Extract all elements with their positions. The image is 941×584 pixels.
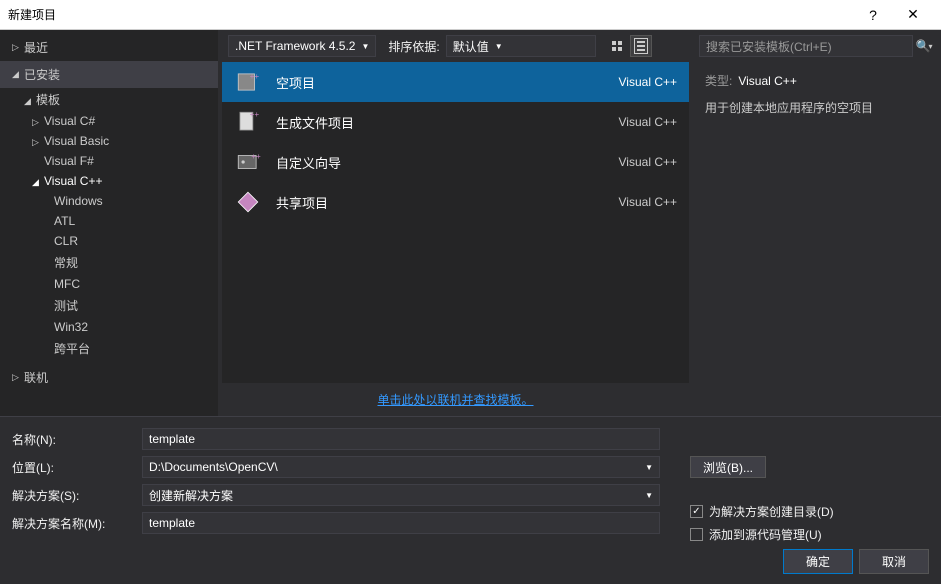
- grid-view-button[interactable]: [606, 35, 628, 57]
- close-button[interactable]: ✕: [893, 0, 933, 30]
- chevron-down-icon: ▼: [645, 463, 653, 472]
- name-input[interactable]: [142, 428, 660, 450]
- tree-templates[interactable]: ◢模板: [0, 88, 218, 111]
- svg-text:++: ++: [250, 110, 260, 119]
- online-link-row: 单击此处以联机并查找模板。: [218, 383, 693, 416]
- type-value: Visual C++: [738, 74, 796, 88]
- right-column: 搜索已安装模板(Ctrl+E) 🔍▾ 类型: Visual C++ 用于创建本地应…: [693, 30, 941, 416]
- list-view-button[interactable]: [630, 35, 652, 57]
- sidebar-section-recent[interactable]: ▷最近: [0, 34, 218, 61]
- sidebar-label: 联机: [24, 369, 48, 386]
- search-icon[interactable]: 🔍▾: [913, 35, 935, 57]
- template-list: ++空项目Visual C++++生成文件项目Visual C++++自定义向导…: [222, 62, 689, 383]
- list-icon: [634, 38, 648, 54]
- tree-vb[interactable]: ▷Visual Basic: [0, 131, 218, 151]
- template-name: 空项目: [276, 73, 619, 92]
- sidebar-label: 最近: [24, 39, 48, 56]
- tree-vcpp-child[interactable]: MFC: [0, 274, 218, 294]
- sidebar-section-online[interactable]: ▷联机: [0, 364, 218, 391]
- tree-vcpp[interactable]: ◢Visual C++: [0, 171, 218, 191]
- tree-vcpp-child[interactable]: Windows: [0, 191, 218, 211]
- source-control-checkbox[interactable]: 添加到源代码管理(U): [690, 526, 834, 543]
- template-item[interactable]: ++ 自定义向导Visual C++: [222, 142, 689, 182]
- svg-text:++: ++: [251, 152, 261, 161]
- checkbox-label: 添加到源代码管理(U): [709, 526, 822, 543]
- sort-label: 排序依据:: [388, 38, 439, 55]
- tree-fsharp[interactable]: ▷Visual F#: [0, 151, 218, 171]
- name-label: 名称(N):: [12, 431, 142, 448]
- template-item[interactable]: 共享项目Visual C++: [222, 182, 689, 222]
- svg-text:++: ++: [250, 72, 260, 81]
- browse-button[interactable]: 浏览(B)...: [690, 456, 766, 478]
- dropdown-label: 默认值: [453, 38, 489, 55]
- ok-button[interactable]: 确定: [783, 549, 853, 574]
- description-text: 用于创建本地应用程序的空项目: [705, 99, 929, 116]
- main-content: ▷最近 ◢已安装 ◢模板 ▷Visual C# ▷Visual Basic ▷V…: [0, 30, 941, 416]
- sidebar: ▷最近 ◢已安装 ◢模板 ▷Visual C# ▷Visual Basic ▷V…: [0, 30, 218, 416]
- checkbox-icon: [690, 528, 703, 541]
- cancel-button[interactable]: 取消: [859, 549, 929, 574]
- online-search-link[interactable]: 单击此处以联机并查找模板。: [377, 393, 533, 407]
- window-title: 新建项目: [8, 6, 853, 23]
- template-lang: Visual C++: [619, 115, 677, 129]
- solution-label: 解决方案(S):: [12, 487, 142, 504]
- solution-dropdown[interactable]: 创建新解决方案 ▼: [142, 484, 660, 506]
- dropdown-label: 创建新解决方案: [149, 487, 233, 504]
- tree-vcpp-child[interactable]: CLR: [0, 231, 218, 251]
- template-icon: [234, 188, 262, 216]
- solname-input[interactable]: [142, 512, 660, 534]
- search-input[interactable]: 搜索已安装模板(Ctrl+E): [699, 35, 913, 57]
- template-item[interactable]: ++ 生成文件项目Visual C++: [222, 102, 689, 142]
- template-lang: Visual C++: [619, 75, 677, 89]
- template-icon: ++: [234, 68, 262, 96]
- center-column: .NET Framework 4.5.2▼ 排序依据: 默认值▼ ++空项目Vi…: [218, 30, 693, 416]
- tree-csharp[interactable]: ▷Visual C#: [0, 111, 218, 131]
- template-icon: ++: [234, 108, 262, 136]
- sort-dropdown[interactable]: 默认值 ▼: [446, 35, 596, 57]
- sidebar-label: 已安装: [24, 66, 60, 83]
- grid-icon: [612, 41, 622, 51]
- chevron-down-icon: ▼: [495, 42, 503, 51]
- checkbox-label: 为解决方案创建目录(D): [709, 503, 834, 520]
- checkbox-icon: [690, 505, 703, 518]
- template-name: 自定义向导: [276, 153, 619, 172]
- tree-vcpp-child[interactable]: 测试: [0, 294, 218, 317]
- tree-label: Visual F#: [44, 154, 94, 168]
- tree-label: Visual C#: [44, 114, 95, 128]
- sidebar-section-installed[interactable]: ◢已安装: [0, 61, 218, 88]
- tree-vcpp-child[interactable]: 跨平台: [0, 337, 218, 360]
- toolbar: .NET Framework 4.5.2 ▼ 排序依据: 默认值 ▼: [218, 30, 693, 62]
- tree-label: Visual C++: [44, 174, 102, 188]
- tree-vcpp-child[interactable]: Win32: [0, 317, 218, 337]
- solname-label: 解决方案名称(M):: [12, 515, 142, 532]
- dropdown-label: .NET Framework 4.5.2: [235, 39, 355, 53]
- tree-label: 模板: [36, 93, 60, 107]
- location-label: 位置(L):: [12, 459, 142, 476]
- help-button[interactable]: ?: [853, 0, 893, 30]
- create-dir-checkbox[interactable]: 为解决方案创建目录(D): [690, 503, 834, 520]
- dropdown-label: D:\Documents\OpenCV\: [149, 460, 278, 474]
- template-name: 共享项目: [276, 193, 619, 212]
- bottom-form: 名称(N): 位置(L): D:\Documents\OpenCV\ ▼ 浏览(B…: [0, 416, 941, 584]
- template-icon: ++: [234, 148, 262, 176]
- chevron-down-icon: ▼: [361, 42, 369, 51]
- chevron-down-icon: ▼: [645, 491, 653, 500]
- search-placeholder: 搜索已安装模板(Ctrl+E): [706, 38, 832, 55]
- template-lang: Visual C++: [619, 195, 677, 209]
- description-pane: 类型: Visual C++ 用于创建本地应用程序的空项目: [693, 62, 941, 126]
- search-wrap: 搜索已安装模板(Ctrl+E) 🔍▾: [693, 30, 941, 62]
- type-label: 类型:: [705, 74, 732, 88]
- framework-dropdown[interactable]: .NET Framework 4.5.2 ▼: [228, 35, 376, 57]
- location-dropdown[interactable]: D:\Documents\OpenCV\ ▼: [142, 456, 660, 478]
- template-item[interactable]: ++ 空项目Visual C++: [222, 62, 689, 102]
- template-name: 生成文件项目: [276, 113, 619, 132]
- titlebar: 新建项目 ? ✕: [0, 0, 941, 30]
- tree-vcpp-child[interactable]: 常规: [0, 251, 218, 274]
- tree-vcpp-child[interactable]: ATL: [0, 211, 218, 231]
- template-lang: Visual C++: [619, 155, 677, 169]
- tree-label: Visual Basic: [44, 134, 109, 148]
